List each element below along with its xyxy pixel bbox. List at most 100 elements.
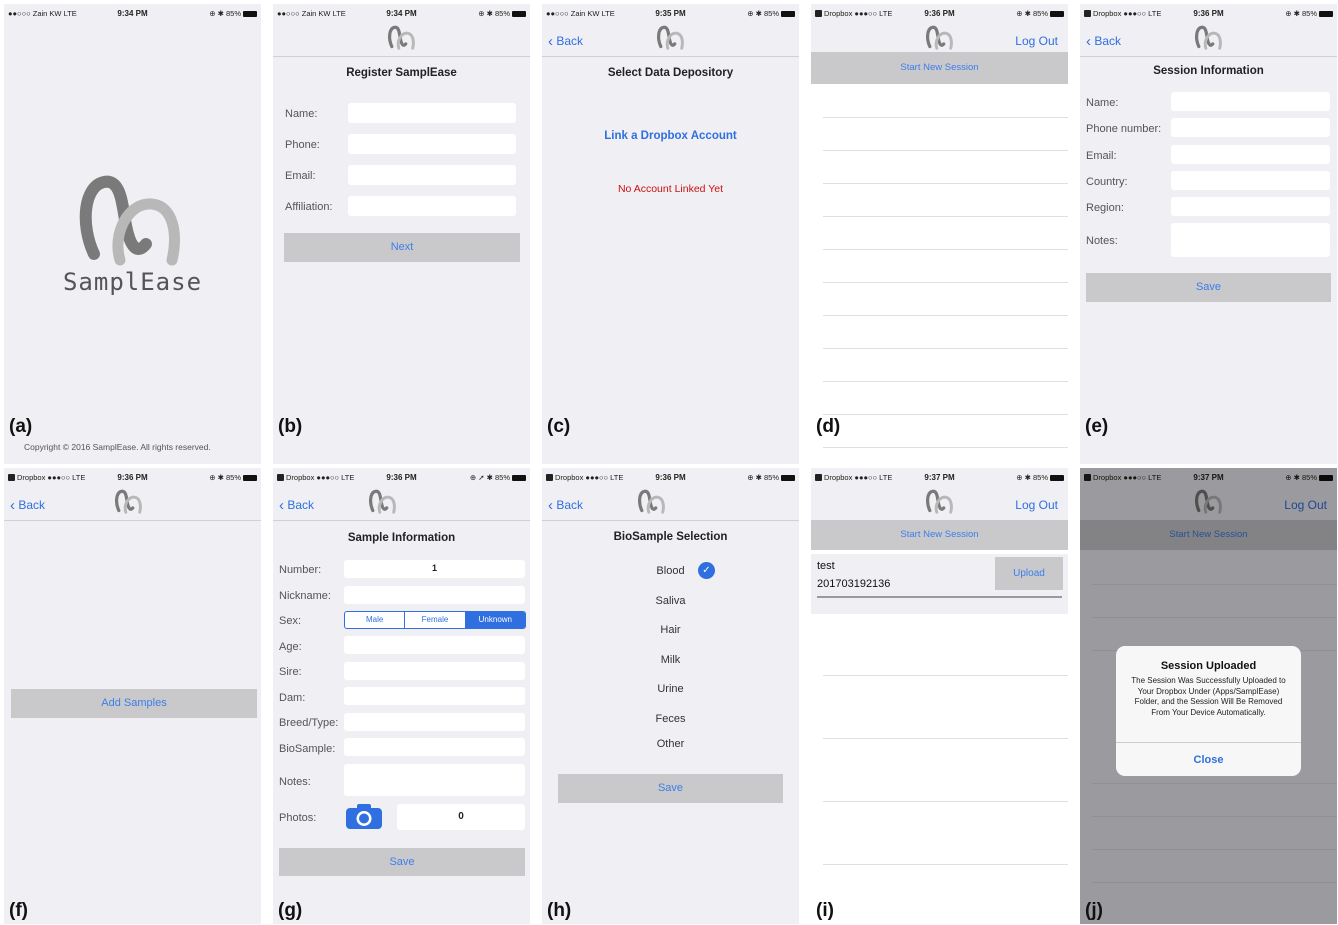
start-new-session-button[interactable]: Start New Session: [811, 520, 1068, 550]
app-logo-icon: [1194, 25, 1222, 50]
page-title: Sample Information: [347, 532, 456, 544]
dam-field[interactable]: [344, 687, 525, 705]
battery-icon: [781, 475, 795, 481]
save-button[interactable]: Save: [279, 848, 525, 876]
field-label: Region:: [1086, 202, 1124, 214]
field-label: Phone number:: [1086, 123, 1162, 135]
battery-icon: [1050, 11, 1064, 17]
breed-type-field[interactable]: [344, 713, 525, 731]
battery-icon: [1319, 11, 1333, 17]
field-label: Name:: [285, 108, 318, 120]
close-button[interactable]: Close: [1116, 754, 1301, 766]
save-button[interactable]: Save: [558, 774, 783, 803]
row-divider: [823, 348, 1068, 349]
session-name: test: [817, 560, 835, 572]
field-label: BioSample:: [279, 743, 336, 755]
bio-option-hair[interactable]: Hair: [542, 624, 799, 636]
affiliation-field[interactable]: [348, 196, 516, 216]
camera-icon[interactable]: [345, 802, 383, 830]
field-label: Age:: [279, 641, 302, 653]
link-dropbox-button[interactable]: Link a Dropbox Account: [542, 130, 799, 142]
biosample-field[interactable]: [344, 738, 525, 756]
panel-upload-alert: Dropbox ●●●○○ LTE 9:37 PM ⊕ ✱ 85% Log Ou…: [1080, 468, 1337, 924]
panel-label: (a): [9, 416, 33, 437]
panel-session-info: Dropbox ●●●○○ LTE 9:36 PM ⊕ ✱ 85% ‹ Back…: [1080, 4, 1337, 464]
alert-divider: [1116, 742, 1301, 743]
photo-count: 0: [458, 811, 464, 822]
email-field[interactable]: [348, 165, 516, 185]
row-divider: [823, 216, 1068, 217]
number-field[interactable]: 1: [344, 560, 525, 578]
sex-option-female[interactable]: Female: [405, 612, 466, 628]
bio-option-urine[interactable]: Urine: [542, 683, 799, 695]
nickname-field[interactable]: [344, 586, 525, 604]
status-bar: ●●○○○ Zain KW LTE 9:35 PM ⊕ ✱ 85%: [542, 4, 799, 22]
app-logo-icon: [925, 489, 953, 514]
next-button[interactable]: Next: [284, 233, 520, 262]
panel-label: (f): [9, 900, 28, 921]
sire-field[interactable]: [344, 662, 525, 680]
status-bar: Dropbox ●●●○○ LTE 9:36 PM ⊕ ✱ 85%: [1080, 4, 1337, 22]
app-logo-icon: [369, 489, 396, 514]
sex-segmented-control[interactable]: Male Female Unknown: [344, 611, 526, 629]
country-field[interactable]: [1171, 171, 1330, 190]
name-field[interactable]: [348, 103, 516, 123]
app-logo-icon: [656, 25, 684, 50]
back-button[interactable]: ‹ Back: [279, 497, 314, 514]
email-field[interactable]: [1171, 145, 1330, 164]
nav-bar: ‹ Back: [542, 486, 799, 521]
nav-bar: ‹ Back: [542, 22, 799, 57]
page-title: Session Information: [1153, 65, 1264, 77]
row-divider: [823, 864, 1068, 865]
panel-register: ●●○○○ Zain KW LTE 9:34 PM ⊕ ✱ 85% Regist…: [273, 4, 530, 464]
photo-count-field: 0: [397, 804, 525, 830]
back-button[interactable]: ‹ Back: [548, 497, 583, 514]
bio-option-other[interactable]: Other: [542, 738, 799, 750]
bio-option-saliva[interactable]: Saliva: [542, 595, 799, 607]
bio-option-feces[interactable]: Feces: [542, 713, 799, 725]
sex-option-male[interactable]: Male: [345, 612, 406, 628]
battery-status: ⊕ ✱ 85%: [1016, 9, 1064, 18]
panel-label: (e): [1085, 416, 1109, 437]
logout-button[interactable]: Log Out: [1015, 498, 1058, 512]
upload-button[interactable]: Upload: [995, 557, 1063, 590]
field-label: Affiliation:: [285, 201, 333, 213]
back-button[interactable]: ‹ Back: [10, 497, 45, 514]
logout-button[interactable]: Log Out: [1015, 34, 1058, 48]
panel-label: (b): [278, 416, 303, 437]
field-label: Number:: [279, 564, 322, 576]
battery-status: ⊕ ✱ 85%: [747, 9, 795, 18]
region-field[interactable]: [1171, 197, 1330, 216]
page-title: Select Data Depository: [607, 67, 734, 79]
bio-option-blood[interactable]: Blood ✓: [542, 562, 799, 579]
status-bar: ●●○○○ Zain KW LTE 9:34 PM ⊕ ✱ 85%: [273, 4, 530, 22]
phone-field[interactable]: [348, 134, 516, 154]
save-button[interactable]: Save: [1086, 273, 1331, 302]
sex-option-unknown[interactable]: Unknown: [465, 612, 525, 628]
bio-option-milk[interactable]: Milk: [542, 654, 799, 666]
back-button[interactable]: ‹ Back: [1086, 33, 1121, 50]
name-field[interactable]: [1171, 92, 1330, 111]
app-logo-icon: [925, 25, 953, 50]
battery-icon: [243, 475, 257, 481]
nav-bar: Log Out: [811, 486, 1068, 521]
session-row[interactable]: test 201703192136 Upload: [811, 554, 1068, 614]
copyright-text: Copyright © 2016 SamplEase. All rights r…: [24, 442, 211, 452]
status-bar: Dropbox ●●●○○ LTE 9:37 PM ⊕ ✱ 85%: [811, 468, 1068, 486]
start-new-session-button[interactable]: Start New Session: [811, 52, 1068, 84]
notes-field[interactable]: [1171, 223, 1330, 257]
age-field[interactable]: [344, 636, 525, 654]
back-button[interactable]: ‹ Back: [548, 33, 583, 50]
battery-status: ⊕ ✱ 85%: [747, 473, 795, 482]
notes-field[interactable]: [344, 764, 525, 796]
field-label: Nickname:: [279, 590, 331, 602]
field-label: Notes:: [1086, 235, 1118, 247]
add-samples-button[interactable]: Add Samples: [11, 689, 257, 718]
panel-bio-selection: Dropbox ●●●○○ LTE 9:36 PM ⊕ ✱ 85% ‹ Back…: [542, 468, 799, 924]
alert-title: Session Uploaded: [1160, 660, 1257, 672]
status-bar: Dropbox ●●●○○ LTE 9:36 PM ⊕ ✱ 85%: [4, 468, 261, 486]
field-label: Email:: [1086, 150, 1117, 162]
row-divider: [823, 315, 1068, 316]
row-divider: [823, 738, 1068, 739]
phone-number-field[interactable]: [1171, 118, 1330, 137]
